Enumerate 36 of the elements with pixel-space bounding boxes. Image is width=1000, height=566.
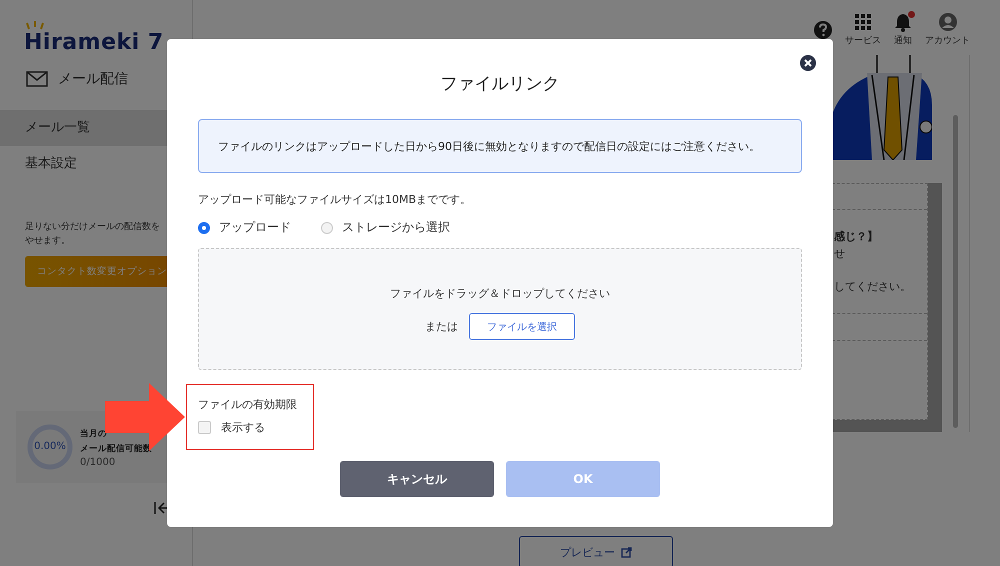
bell-icon[interactable] (893, 12, 913, 32)
dialog-title: ファイルリンク (440, 73, 560, 95)
help-icon[interactable] (813, 20, 833, 40)
checkbox-label[interactable]: 表示する (221, 420, 265, 435)
promo-text: 足りない分だけメールの配信数を やせます。 (25, 220, 161, 248)
drop-prompt: ファイルをドラッグ＆ドロップしてください (390, 286, 610, 301)
preview-text: せ (834, 246, 846, 262)
or-text: または (425, 319, 458, 334)
size-note: アップロード可能なファイルサイズは10MBまでです。 (198, 192, 472, 207)
preview-text: 感じ？】 (834, 229, 879, 245)
toolbar-label[interactable]: アカウント (925, 34, 970, 47)
expiry-title: ファイルの有効期限 (198, 397, 298, 412)
grid-icon[interactable] (853, 12, 873, 32)
toolbar-label[interactable]: 通知 (894, 34, 912, 47)
choose-file-button[interactable]: ファイルを選択 (469, 313, 575, 340)
cancel-button[interactable]: キャンセル (340, 461, 494, 497)
progress-ring: 0.00% (26, 423, 74, 471)
section-title: メール配信 (58, 70, 128, 88)
preview-button[interactable]: プレビュー (519, 536, 673, 566)
external-link-icon (621, 546, 632, 558)
sun-rays-icon (26, 20, 44, 30)
scrollbar-thumb[interactable] (953, 115, 958, 428)
radio-label[interactable]: アップロード (219, 219, 291, 236)
logo: Hirameki 7 (24, 30, 164, 55)
account-icon[interactable] (938, 12, 958, 32)
radio-button[interactable] (198, 222, 210, 234)
radio-label[interactable]: ストレージから選択 (342, 219, 450, 236)
drop-zone[interactable]: ファイルをドラッグ＆ドロップしてください または ファイルを選択 (198, 248, 802, 370)
radio-button[interactable] (321, 222, 333, 234)
toolbar-label[interactable]: サービス (845, 34, 881, 47)
close-icon[interactable] (800, 55, 816, 71)
checkbox[interactable] (198, 421, 211, 434)
usage-count: 0/1000 (80, 456, 116, 468)
mail-icon (26, 71, 48, 87)
preview-text: してください。 (834, 279, 912, 295)
notice-message: ファイルのリンクはアップロードした日から90日後に無効となりますので配信日の設定にはご注意ください。 (198, 119, 802, 173)
